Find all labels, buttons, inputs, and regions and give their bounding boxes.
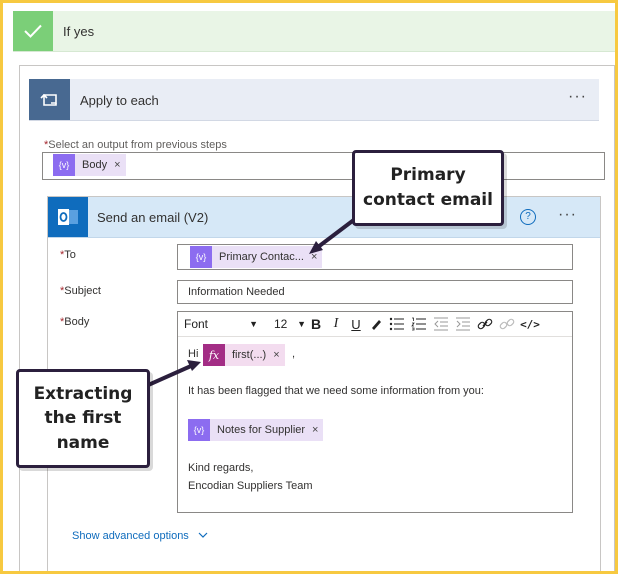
- flow-designer-canvas: If yes Apply to each ··· *Select an outp…: [3, 3, 615, 571]
- primary-contact-callout: Primary contact email: [352, 150, 504, 226]
- annotation-arrows: [145, 211, 365, 388]
- extract-first-name-callout: Extracting the first name: [16, 369, 150, 468]
